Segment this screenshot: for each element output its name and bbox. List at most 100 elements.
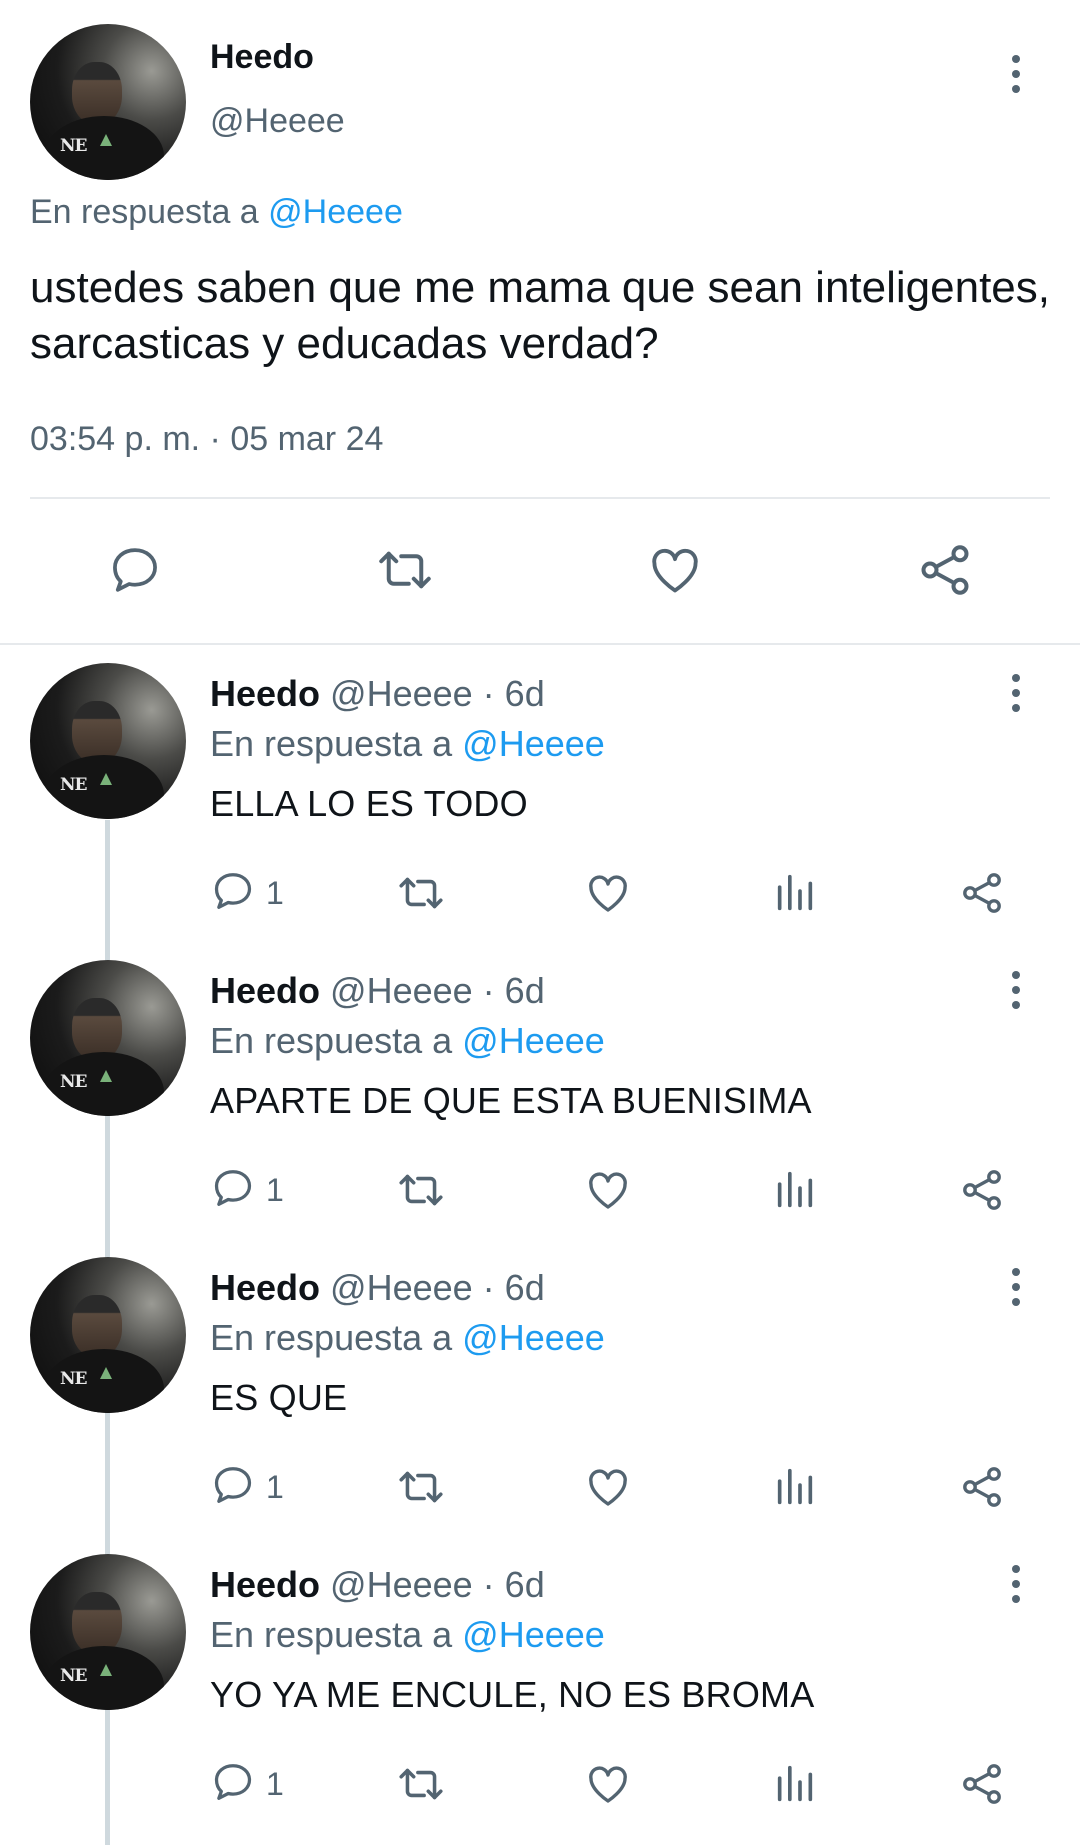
avatar-logo-text: NE (60, 1369, 87, 1389)
tweet-detail-page: NE Heedo @Heeee En respuesta a @Heeee us… (0, 0, 1080, 1845)
retweet-icon[interactable] (396, 1160, 446, 1220)
reply-action-bar: 1 (0, 1160, 1080, 1220)
replying-to-mention[interactable]: @Heeee (462, 1317, 605, 1358)
like-icon[interactable] (584, 863, 632, 923)
reply-text: ELLA LO ES TODO (210, 783, 528, 824)
reply-button[interactable]: 1 (210, 1457, 284, 1517)
author-name[interactable]: Heedo (210, 673, 320, 714)
avatar-logo-triangle (100, 773, 112, 785)
avatar-logo-triangle (100, 1664, 112, 1676)
avatar-logo-text: NE (60, 1666, 87, 1686)
views-icon[interactable] (772, 863, 818, 923)
author-handle-time[interactable]: @Heeee · 6d (330, 1564, 545, 1605)
tweet-timestamp: 03:54 p. m. · 05 mar 24 (30, 420, 384, 458)
avatar[interactable]: NE (30, 663, 186, 819)
replying-to-label: En respuesta a (30, 193, 259, 231)
reply-header: Heedo @Heeee · 6d (210, 970, 545, 1012)
reply-icon (210, 1165, 256, 1216)
author-name[interactable]: Heedo (210, 38, 314, 77)
author-handle[interactable]: @Heeee (210, 102, 345, 141)
reply-count: 1 (266, 1765, 284, 1802)
like-icon[interactable] (584, 1754, 632, 1814)
replying-to-label: En respuesta a (210, 1317, 453, 1358)
author-handle-time[interactable]: @Heeee · 6d (330, 1267, 545, 1308)
avatar[interactable]: NE (30, 1257, 186, 1413)
tweet-text: ustedes saben que me mama que sean intel… (30, 263, 1050, 368)
avatar-logo-triangle (100, 1070, 112, 1082)
avatar-head (72, 1592, 122, 1654)
retweet-icon[interactable] (396, 863, 446, 923)
avatar[interactable]: NE (30, 1554, 186, 1710)
retweet-icon[interactable] (396, 1754, 446, 1814)
reply-text: ES QUE (210, 1377, 348, 1418)
reply-count: 1 (266, 874, 284, 911)
reply-tweet[interactable]: NE Heedo @Heeee · 6d En respuesta a @Hee… (0, 1257, 1080, 1554)
replying-to-mention[interactable]: @Heeee (462, 1614, 605, 1655)
avatar-logo-triangle (100, 1367, 112, 1379)
share-icon[interactable] (910, 535, 980, 605)
replying-to-label: En respuesta a (210, 723, 453, 764)
reply-icon (210, 1462, 256, 1513)
reply-header: Heedo @Heeee · 6d (210, 1267, 545, 1309)
reply-action-bar: 1 (0, 863, 1080, 923)
replying-to: En respuesta a @Heeee (210, 1020, 605, 1062)
reply-action-bar: 1 (0, 1457, 1080, 1517)
author-handle-time[interactable]: @Heeee · 6d (330, 673, 545, 714)
reply-count: 1 (266, 1171, 284, 1208)
avatar-head (72, 1295, 122, 1357)
author-name[interactable]: Heedo (210, 970, 320, 1011)
avatar-logo-text: NE (60, 136, 87, 156)
reply-tweet[interactable]: NE Heedo @Heeee · 6d En respuesta a @Hee… (0, 960, 1080, 1257)
more-options-icon[interactable] (996, 960, 1036, 1020)
replying-to-mention[interactable]: @Heeee (268, 193, 403, 231)
more-options-icon[interactable] (996, 663, 1036, 723)
avatar-logo-text: NE (60, 1072, 87, 1092)
share-icon[interactable] (958, 863, 1006, 923)
reply-tweet[interactable]: NE Heedo @Heeee · 6d En respuesta a @Hee… (0, 1554, 1080, 1845)
like-icon[interactable] (584, 1160, 632, 1220)
replying-to-label: En respuesta a (210, 1020, 453, 1061)
author-handle-time[interactable]: @Heeee · 6d (330, 970, 545, 1011)
reply-header: Heedo @Heeee · 6d (210, 673, 545, 715)
replying-to: En respuesta a @Heeee (210, 1614, 605, 1656)
reply-icon[interactable] (100, 535, 170, 605)
reply-tweet[interactable]: NE Heedo @Heeee · 6d En respuesta a @Hee… (0, 663, 1080, 960)
like-icon[interactable] (640, 535, 710, 605)
share-icon[interactable] (958, 1457, 1006, 1517)
replying-to: En respuesta a @Heeee (30, 193, 403, 232)
avatar-logo-triangle (100, 134, 112, 146)
reply-button[interactable]: 1 (210, 1754, 284, 1814)
reply-button[interactable]: 1 (210, 863, 284, 923)
avatar-head (72, 998, 122, 1060)
replying-to: En respuesta a @Heeee (210, 1317, 605, 1359)
reply-count: 1 (266, 1468, 284, 1505)
share-icon[interactable] (958, 1754, 1006, 1814)
reply-header: Heedo @Heeee · 6d (210, 1564, 545, 1606)
avatar[interactable]: NE (30, 24, 186, 180)
more-options-icon[interactable] (996, 44, 1036, 104)
reply-icon (210, 1759, 256, 1810)
retweet-icon[interactable] (370, 535, 440, 605)
avatar-head (72, 62, 122, 124)
share-icon[interactable] (958, 1160, 1006, 1220)
more-options-icon[interactable] (996, 1257, 1036, 1317)
views-icon[interactable] (772, 1160, 818, 1220)
retweet-icon[interactable] (396, 1457, 446, 1517)
avatar-logo-text: NE (60, 775, 87, 795)
section-divider (0, 643, 1080, 645)
views-icon[interactable] (772, 1754, 818, 1814)
avatar-head (72, 701, 122, 763)
author-name[interactable]: Heedo (210, 1267, 320, 1308)
author-name[interactable]: Heedo (210, 1564, 320, 1605)
reply-text: APARTE DE QUE ESTA BUENISIMA (210, 1080, 812, 1121)
like-icon[interactable] (584, 1457, 632, 1517)
replying-to-mention[interactable]: @Heeee (462, 1020, 605, 1061)
replying-to: En respuesta a @Heeee (210, 723, 605, 765)
divider (30, 497, 1050, 499)
replying-to-mention[interactable]: @Heeee (462, 723, 605, 764)
more-options-icon[interactable] (996, 1554, 1036, 1614)
avatar[interactable]: NE (30, 960, 186, 1116)
views-icon[interactable] (772, 1457, 818, 1517)
main-action-bar (0, 535, 1080, 605)
reply-button[interactable]: 1 (210, 1160, 284, 1220)
